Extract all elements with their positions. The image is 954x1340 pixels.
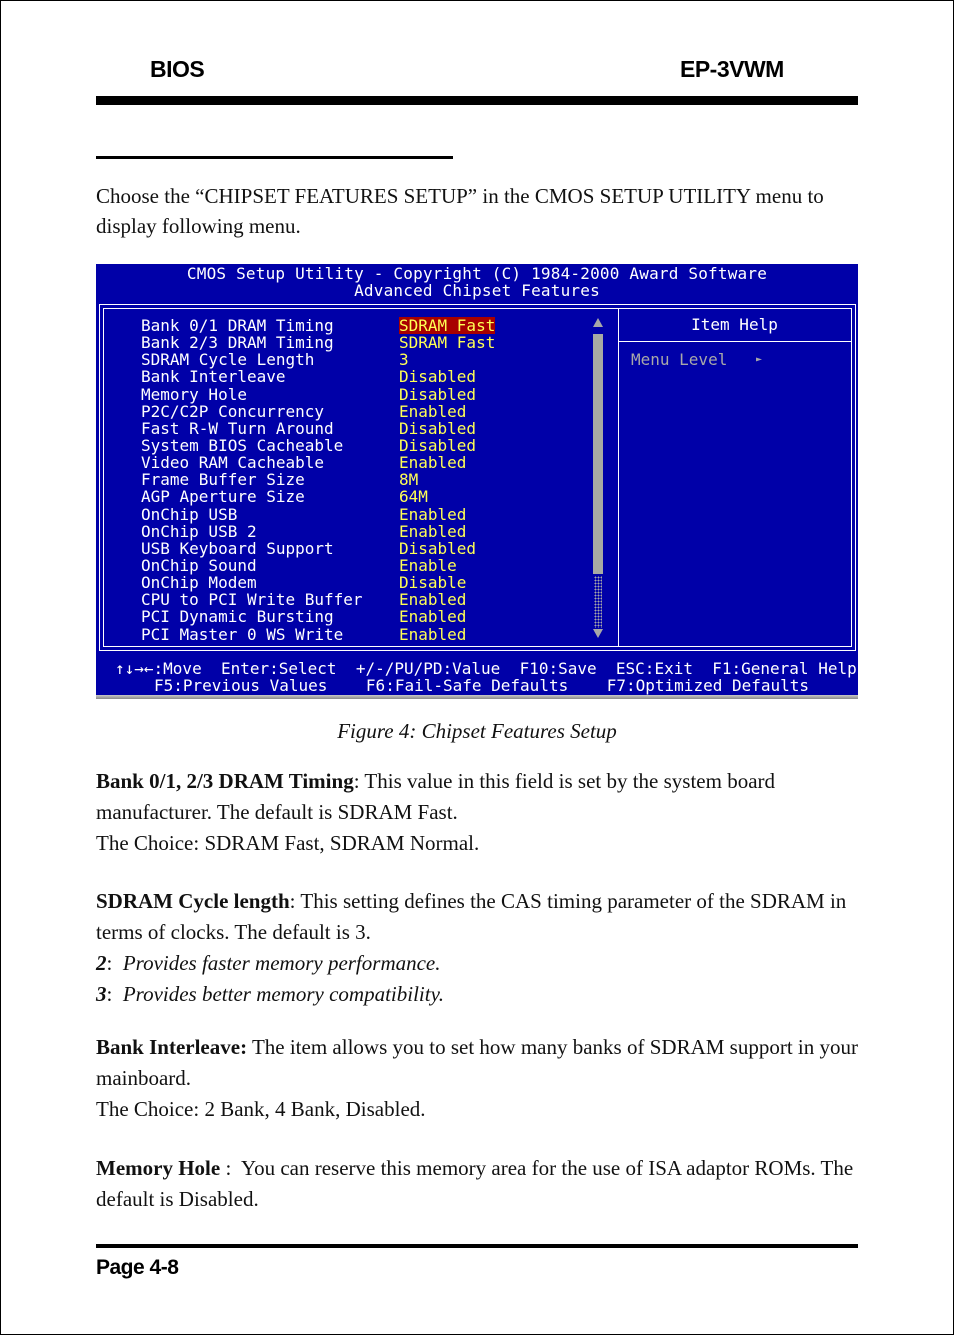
settings-list: Bank 0/1 DRAM Timing SDRAM Fast Bank 2/3 D… [141, 317, 571, 643]
setting-value[interactable]: Disabled [399, 386, 476, 403]
setting-value[interactable]: SDRAM Fast [399, 334, 495, 351]
menu-level-label: Menu Level [631, 350, 728, 369]
setting-value[interactable]: Enabled [399, 454, 466, 471]
bios-title: CMOS Setup Utility - Copyright (C) 1984-… [186, 264, 768, 283]
intro-paragraph: Choose the “CHIPSET FEATURES SETUP” in t… [96, 184, 824, 238]
setting-label: Frame Buffer Size [141, 470, 305, 490]
setting-value[interactable]: Enabled [399, 608, 466, 625]
header-rule [96, 96, 858, 105]
setting-label: Bank 2/3 DRAM Timing [141, 333, 334, 353]
bios-setting-row[interactable]: USB Keyboard Support Disabled [141, 540, 571, 557]
setting-value[interactable]: Disabled [399, 540, 476, 557]
bios-keys-line-1: ↑↓→←:Move Enter:Select +/-/PU/PD:Value F… [115, 659, 857, 678]
setting-label: CPU to PCI Write Buffer [141, 590, 363, 610]
setting-value[interactable]: SDRAM Fast [399, 317, 496, 334]
bios-setting-row[interactable]: Frame Buffer Size 8M [141, 471, 571, 488]
section-rule [96, 156, 453, 159]
setting-value[interactable]: Disable [399, 574, 466, 591]
term: Memory Hole [96, 1156, 221, 1180]
footer-rule [96, 1244, 858, 1248]
setting-value[interactable]: Disabled [399, 420, 476, 437]
bios-setting-row[interactable]: Bank 0/1 DRAM Timing SDRAM Fast [141, 317, 571, 334]
option-desc: Provides better memory compatibility. [122, 982, 444, 1006]
scroll-up-arrow-icon[interactable] [593, 318, 603, 327]
menu-level-arrow-icon: ► [756, 354, 763, 365]
setting-value[interactable]: Enabled [399, 591, 466, 608]
header-model: EP-3VWM [680, 56, 784, 82]
setting-label: PCI Dynamic Bursting [141, 607, 334, 627]
page-number: Page 4-8 [96, 1256, 179, 1279]
bios-keys-line-2: F5:Previous Values F6:Fail-Safe Defaults… [154, 676, 810, 695]
setting-label: Fast R-W Turn Around [141, 418, 334, 438]
setting-label: Bank 0/1 DRAM Timing [141, 316, 334, 335]
bios-subtitle: Advanced Chipset Features [354, 281, 600, 300]
setting-label: P2C/C2P Concurrency [141, 401, 325, 421]
bios-setting-row[interactable]: AGP Aperture Size 64M [141, 488, 571, 505]
setting-label: System BIOS Cacheable [141, 435, 344, 455]
setting-value[interactable]: Enabled [399, 403, 466, 420]
setting-value[interactable]: Enable [399, 557, 457, 574]
bios-setting-row[interactable]: Video RAM Cacheable Enabled [141, 454, 571, 471]
help-title-divider [619, 341, 851, 342]
setting-label: SDRAM Cycle Length [141, 350, 315, 370]
setting-value[interactable]: Enabled [399, 523, 466, 540]
setting-value[interactable]: 64M [399, 488, 428, 505]
option-key: 3 [96, 982, 107, 1006]
setting-value[interactable]: Disabled [399, 368, 476, 385]
scrollbar[interactable] [593, 316, 604, 642]
setting-value[interactable]: 3 [399, 351, 409, 368]
option-key: 2 [96, 951, 107, 975]
section-memory-hole: Memory Hole : You can reserve this memor… [96, 1153, 866, 1215]
bios-setting-row[interactable]: PCI Master 0 WS Write Enabled [141, 626, 571, 643]
term: Bank Interleave: [96, 1035, 248, 1059]
setting-value[interactable]: Disabled [399, 437, 476, 454]
item-help-title: Item Help [691, 315, 778, 334]
separator: : [220, 1156, 242, 1180]
separator: : [353, 769, 365, 793]
help-panel-divider [618, 309, 619, 646]
bios-setting-row[interactable]: Memory Hole Disabled [141, 386, 571, 403]
scroll-down-arrow-icon[interactable] [593, 629, 603, 638]
bios-bottom-edge [96, 695, 858, 699]
bios-setting-row[interactable]: CPU to PCI Write Buffer Enabled [141, 591, 571, 608]
setting-label: Video RAM Cacheable [141, 453, 325, 473]
choice: The Choice: 2 Bank, 4 Bank, Disabled. [96, 1097, 426, 1121]
bios-setting-row[interactable]: Bank 2/3 DRAM Timing SDRAM Fast [141, 334, 571, 351]
scroll-track[interactable] [594, 576, 602, 628]
setting-label: OnChip USB 2 [141, 521, 257, 541]
bios-setting-row[interactable]: Fast R-W Turn Around Disabled [141, 420, 571, 437]
bios-setting-row[interactable]: SDRAM Cycle Length 3 [141, 351, 571, 368]
term: Bank 0/1, 2/3 DRAM Timing [96, 769, 354, 793]
bios-setting-row[interactable]: OnChip USB Enabled [141, 506, 571, 523]
setting-label: Memory Hole [141, 384, 247, 404]
section-sdram-cycle: SDRAM Cycle length: This setting defines… [96, 889, 847, 1006]
separator: : [289, 889, 301, 913]
header-chapter: BIOS [150, 56, 205, 82]
setting-label: OnChip Modem [141, 573, 257, 593]
bios-setting-row[interactable]: PCI Dynamic Bursting Enabled [141, 608, 571, 625]
section-bank-interleave: Bank Interleave: The item allows you to … [96, 1032, 866, 1125]
bios-setting-row[interactable]: OnChip Sound Enable [141, 557, 571, 574]
option-desc: Provides faster memory performance. [122, 951, 441, 975]
setting-label: USB Keyboard Support [141, 538, 334, 558]
setting-label: Bank Interleave [141, 367, 286, 387]
setting-label: AGP Aperture Size [141, 487, 305, 507]
bios-setting-row[interactable]: Bank Interleave Disabled [141, 368, 571, 385]
bios-screenshot: CMOS Setup Utility - Copyright (C) 1984-… [96, 264, 858, 695]
figure-caption: Figure 4: Chipset Features Setup [337, 719, 617, 743]
choice: The Choice: SDRAM Fast, SDRAM Normal. [96, 831, 480, 855]
setting-label: OnChip Sound [141, 555, 257, 575]
scroll-thumb[interactable] [593, 334, 603, 574]
setting-value[interactable]: 8M [399, 471, 418, 488]
setting-value[interactable]: Enabled [399, 506, 466, 523]
bios-setting-row[interactable]: P2C/C2P Concurrency Enabled [141, 403, 571, 420]
bios-setting-row[interactable]: OnChip USB 2 Enabled [141, 523, 571, 540]
setting-label: OnChip USB [141, 504, 238, 524]
setting-value[interactable]: Enabled [399, 626, 466, 643]
bios-setting-row[interactable]: OnChip Modem Disable [141, 574, 571, 591]
term: SDRAM Cycle length [96, 889, 290, 913]
bios-setting-row[interactable]: System BIOS Cacheable Disabled [141, 437, 571, 454]
section-dram-timing: Bank 0/1, 2/3 DRAM Timing: This value in… [96, 766, 866, 859]
setting-label: PCI Master 0 WS Write [141, 624, 344, 644]
